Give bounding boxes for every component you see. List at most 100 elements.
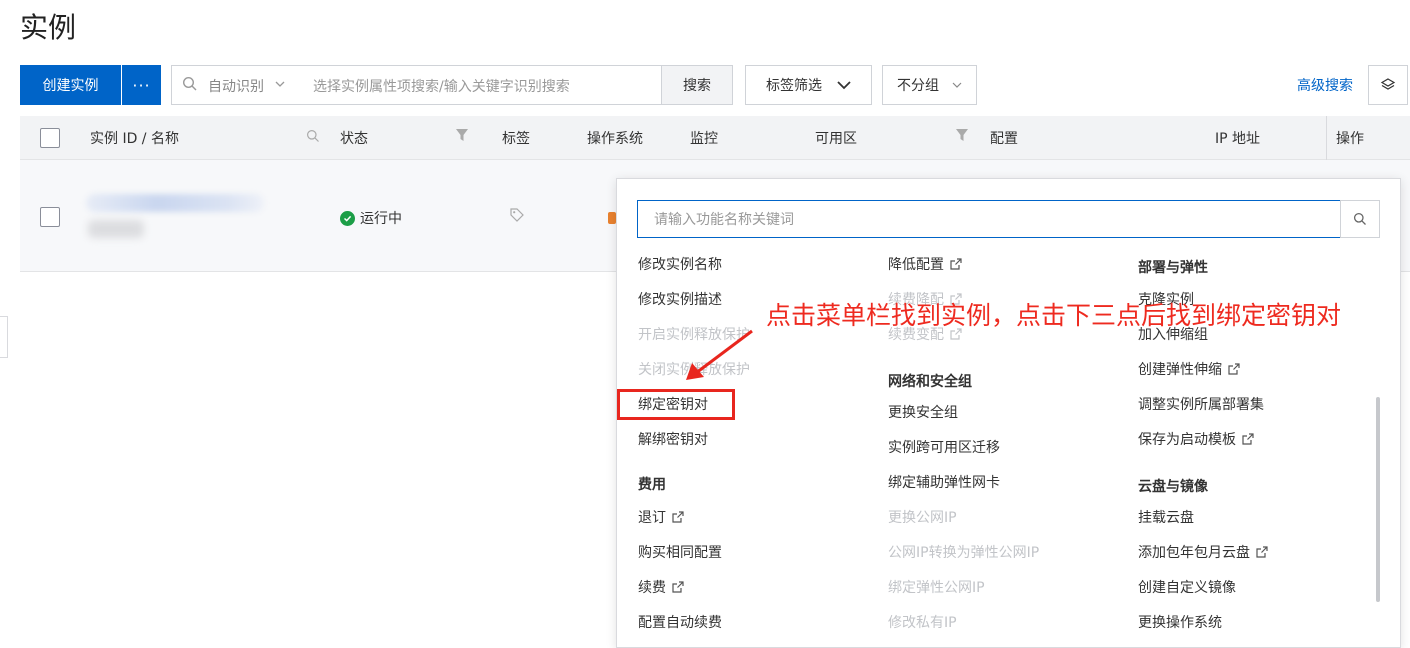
menu-item-label: 添加包年包月云盘 xyxy=(1138,545,1250,561)
menu-item[interactable]: 降低配置 xyxy=(888,254,962,274)
chevron-down-icon xyxy=(952,82,962,88)
menu-item[interactable]: 添加包年包月云盘 xyxy=(1138,542,1268,562)
menu-scrollbar[interactable] xyxy=(1376,397,1380,602)
menu-item[interactable]: 解绑密钥对 xyxy=(638,429,708,449)
menu-item-label: 创建自定义镜像 xyxy=(1138,580,1236,596)
menu-item-label: 解绑密钥对 xyxy=(638,432,708,448)
status-badge: 运行中 xyxy=(340,208,402,228)
external-link-icon xyxy=(672,511,684,523)
menu-item[interactable]: 配置自动续费 xyxy=(638,612,722,632)
menu-item[interactable]: 购买相同配置 xyxy=(638,542,722,562)
search-button[interactable]: 搜索 xyxy=(661,65,733,105)
select-all-checkbox[interactable] xyxy=(40,128,60,148)
menu-item-label: 网络和安全组 xyxy=(888,374,972,390)
tag-filter-label: 标签筛选 xyxy=(766,78,822,94)
layers-icon xyxy=(1380,78,1396,90)
instance-id-redacted[interactable] xyxy=(86,194,264,212)
menu-item-label: 挂载云盘 xyxy=(1138,510,1194,526)
menu-item-label: 配置自动续费 xyxy=(638,615,722,631)
column-divider xyxy=(1326,116,1327,160)
menu-item-label: 降低配置 xyxy=(888,257,944,273)
menu-item[interactable]: 更换操作系统 xyxy=(1138,612,1222,632)
menu-item-label: 退订 xyxy=(638,510,666,526)
os-icon xyxy=(608,212,616,224)
external-link-icon xyxy=(1256,546,1268,558)
header-monitor: 监控 xyxy=(690,131,718,147)
header-os: 操作系统 xyxy=(587,131,643,147)
search-icon xyxy=(182,76,197,91)
menu-item[interactable]: 保存为启动模板 xyxy=(1138,429,1254,449)
external-link-icon xyxy=(950,258,962,270)
group-select[interactable]: 不分组 xyxy=(882,65,977,105)
menu-item[interactable]: 绑定辅助弹性网卡 xyxy=(888,472,1000,492)
menu-item-label: 购买相同配置 xyxy=(638,545,722,561)
menu-item[interactable]: 调整实例所属部署集 xyxy=(1138,394,1264,414)
side-panel-handle[interactable] xyxy=(0,316,8,358)
more-actions-button[interactable]: ··· xyxy=(122,65,161,105)
advanced-search-link[interactable]: 高级搜索 xyxy=(1297,75,1353,95)
function-search-button[interactable] xyxy=(1340,200,1380,238)
menu-item-label: 修改实例名称 xyxy=(638,257,722,273)
annotation-arrow xyxy=(686,329,753,380)
menu-section-heading: 费用 xyxy=(638,474,666,494)
menu-section-heading: 部署与弹性 xyxy=(1138,257,1208,277)
filter-icon[interactable] xyxy=(956,129,968,142)
external-link-icon xyxy=(1228,363,1240,375)
menu-item-label: 修改实例描述 xyxy=(638,292,722,308)
menu-item-label: 创建弹性伸缩 xyxy=(1138,362,1222,378)
menu-section-heading: 云盘与镜像 xyxy=(1138,476,1208,496)
search-mode-select[interactable]: 自动识别 xyxy=(208,76,264,96)
menu-item-label: 费用 xyxy=(638,477,666,493)
menu-item[interactable]: 更换安全组 xyxy=(888,402,958,422)
table-header: 实例 ID / 名称 状态 标签 操作系统 监控 可用区 配置 IP 地址 操作 xyxy=(20,116,1410,160)
menu-item-label: 更换公网IP xyxy=(888,510,957,526)
menu-item[interactable]: 创建自定义镜像 xyxy=(1138,577,1236,597)
menu-item[interactable]: 续费 xyxy=(638,577,684,597)
annotation-text: 点击菜单栏找到实例，点击下三点后找到绑定密钥对 xyxy=(766,301,1342,330)
menu-item-label: 续费 xyxy=(638,580,666,596)
tag-filter-button[interactable]: 标签筛选 xyxy=(745,65,872,105)
menu-item-label: 修改私有IP xyxy=(888,615,957,631)
menu-item-label: 公网IP转换为弹性公网IP xyxy=(888,545,1040,561)
header-tags: 标签 xyxy=(502,131,530,147)
menu-item: 修改私有IP xyxy=(888,612,957,632)
toolbar: 创建实例 ··· 自动识别 选择实例属性项搜索/输入关键字识别搜索 搜索 标签筛… xyxy=(20,65,1410,105)
tag-icon[interactable] xyxy=(509,207,525,223)
search-icon[interactable] xyxy=(306,129,320,143)
filter-icon[interactable] xyxy=(456,129,468,142)
menu-item[interactable]: 修改实例描述 xyxy=(638,289,722,309)
menu-item-label: 更换安全组 xyxy=(888,405,958,421)
menu-item[interactable]: 挂载云盘 xyxy=(1138,507,1194,527)
menu-section-heading: 网络和安全组 xyxy=(888,371,972,391)
create-instance-button[interactable]: 创建实例 xyxy=(20,65,121,105)
external-link-icon xyxy=(672,581,684,593)
highlight-box xyxy=(617,389,735,420)
search-input[interactable]: 选择实例属性项搜索/输入关键字识别搜索 xyxy=(313,76,570,96)
status-text: 运行中 xyxy=(360,211,402,227)
group-select-label: 不分组 xyxy=(897,78,939,94)
function-search-input[interactable]: 请输入功能名称关键词 xyxy=(637,200,1341,238)
instance-name-redacted xyxy=(88,220,144,238)
menu-item[interactable]: 创建弹性伸缩 xyxy=(1138,359,1240,379)
menu-item[interactable]: 退订 xyxy=(638,507,684,527)
header-config: 配置 xyxy=(990,131,1018,147)
chevron-down-icon xyxy=(837,81,851,90)
layers-button[interactable] xyxy=(1368,65,1408,105)
instance-search-box[interactable]: 自动识别 选择实例属性项搜索/输入关键字识别搜索 xyxy=(171,65,662,105)
search-icon xyxy=(1353,212,1366,225)
menu-item[interactable]: 修改实例名称 xyxy=(638,254,722,274)
menu-item-label: 更换操作系统 xyxy=(1138,615,1222,631)
menu-item-label: 保存为启动模板 xyxy=(1138,432,1236,448)
menu-item: 公网IP转换为弹性公网IP xyxy=(888,542,1039,562)
menu-item: 更换公网IP xyxy=(888,507,957,527)
menu-item: 绑定弹性公网IP xyxy=(888,577,985,597)
menu-item[interactable]: 实例跨可用区迁移 xyxy=(888,437,1000,457)
menu-item-label: 绑定弹性公网IP xyxy=(888,580,985,596)
page-title: 实例 xyxy=(20,11,77,44)
menu-item-label: 云盘与镜像 xyxy=(1138,479,1208,495)
header-status: 状态 xyxy=(340,131,368,147)
menu-item-label: 调整实例所属部署集 xyxy=(1138,397,1264,413)
menu-item-label: 实例跨可用区迁移 xyxy=(888,440,1000,456)
row-checkbox[interactable] xyxy=(40,207,60,227)
header-actions: 操作 xyxy=(1336,131,1364,147)
